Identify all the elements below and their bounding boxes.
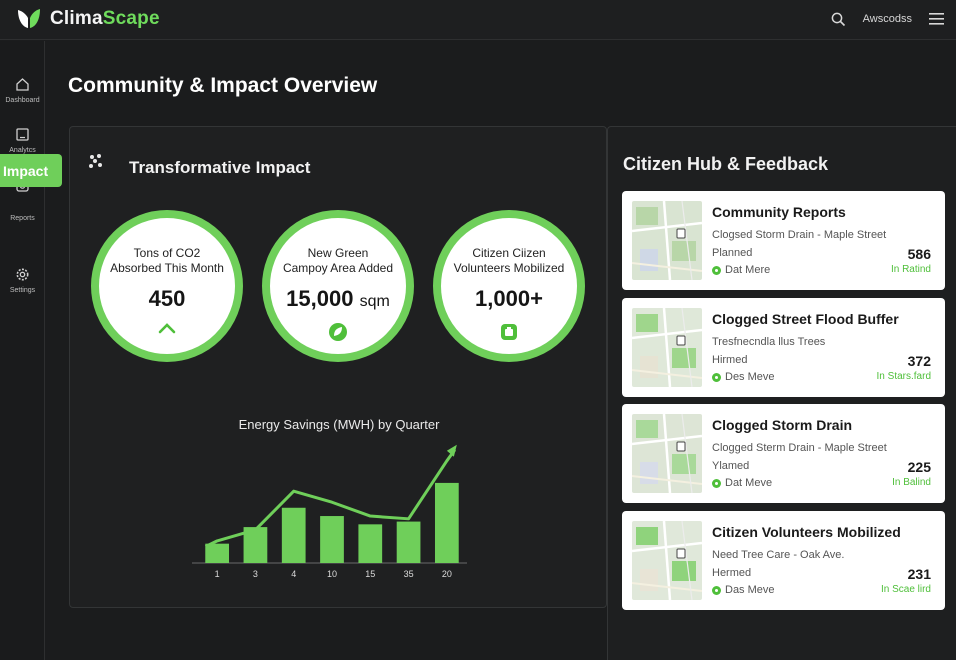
card-subtitle: Clogged Sterm Drain - Maple Street — [712, 442, 887, 454]
hub-title: Citizen Hub & Feedback — [623, 154, 829, 174]
chart-bar — [281, 507, 306, 563]
tablet-icon — [16, 128, 29, 141]
feedback-card[interactable]: Clogged Storm Drain Clogged Sterm Drain -… — [622, 404, 945, 503]
card-subtitle: Clogsed Storm Drain - Maple Street — [712, 229, 887, 241]
chart-bar — [434, 482, 459, 563]
user-name[interactable]: Awscodss — [863, 13, 912, 25]
metric-label: Citizen Ciizen Volunteers Mobilized — [453, 246, 565, 275]
chart-bar — [205, 543, 230, 563]
map-thumbnail[interactable] — [632, 521, 702, 600]
card-title[interactable]: Clogged Storm Drain — [712, 417, 852, 433]
card-subtitle: Need Tree Care - Oak Ave. — [712, 549, 845, 561]
impact-panel: Transformative Impact Tons of CO2 Absorb… — [69, 126, 607, 608]
home-icon — [16, 78, 29, 91]
x-tick-label: 35 — [404, 569, 414, 579]
x-tick-label: 4 — [291, 569, 296, 579]
impact-title: Transformative Impact — [129, 158, 311, 177]
card-count: 372 — [907, 353, 931, 369]
location-pin-icon — [712, 265, 721, 275]
leaf-icon — [270, 322, 406, 342]
card-tag[interactable]: In Scae lird — [881, 584, 931, 595]
x-tick-label: 15 — [365, 569, 375, 579]
leaf-logo-icon — [18, 9, 40, 28]
search-icon[interactable] — [829, 9, 849, 29]
card-location: Das Meve — [712, 584, 775, 596]
x-tick-label: 3 — [253, 569, 258, 579]
feedback-card[interactable]: Citizen Volunteers Mobilized Need Tree Ca… — [622, 511, 945, 610]
dots-grid-icon — [89, 154, 102, 168]
sidebar-item-analytics[interactable]: Analytcs — [0, 127, 45, 154]
chart-title: Energy Savings (MWH) by Quarter — [238, 417, 440, 432]
chart-bar — [358, 524, 383, 563]
page-title: Community & Impact Overview — [68, 74, 378, 97]
card-title[interactable]: Citizen Volunteers Mobilized — [712, 524, 901, 540]
metric-value: 450 — [148, 286, 186, 311]
card-tag[interactable]: In Stars.fard — [877, 371, 931, 382]
badge-icon — [441, 322, 577, 342]
card-status: Hermed — [712, 567, 752, 579]
card-title[interactable]: Clogged Street Flood Buffer — [712, 311, 899, 327]
chevron-up-icon — [99, 322, 235, 334]
card-status: Ylamed — [712, 460, 750, 472]
chart-bar — [320, 516, 344, 563]
card-subtitle: Tresfnecndla llus Trees — [712, 336, 826, 348]
feedback-card[interactable]: Community Reports Clogsed Storm Drain - M… — [622, 191, 945, 290]
x-tick-label: 1 — [215, 569, 220, 579]
card-location: Dat Meve — [712, 477, 772, 489]
location-pin-icon — [712, 372, 721, 382]
app-name: ClimaScape — [50, 8, 160, 29]
metric-value: 15,000 sqm — [286, 286, 390, 311]
metric-value: 1,000+ — [475, 286, 543, 311]
card-tag[interactable]: In Balind — [892, 477, 931, 488]
gear-icon — [16, 268, 29, 281]
card-status: Hirmed — [712, 354, 748, 366]
feedback-card[interactable]: Clogged Street Flood Buffer Tresfnecndla … — [622, 298, 945, 397]
top-bar: ClimaScape Awscodss — [0, 0, 956, 40]
map-thumbnail[interactable] — [632, 414, 702, 493]
location-pin-icon — [712, 585, 721, 595]
sidebar: Dashboard Analytcs Reports Settings — [0, 41, 45, 660]
card-count: 231 — [907, 566, 931, 582]
energy-savings-chart: 1 3 4 10 15 35 20 — [192, 444, 467, 579]
trend-arrow-head — [446, 444, 457, 457]
metric-canopy: New Green Campoy Area Added 15,000 sqm — [262, 210, 414, 362]
card-count: 586 — [907, 246, 931, 262]
card-title[interactable]: Community Reports — [712, 204, 846, 220]
metric-label: New Green Campoy Area Added — [282, 246, 394, 275]
chart-bar — [396, 521, 421, 563]
x-tick-label: 10 — [327, 569, 337, 579]
hamburger-menu-icon[interactable] — [926, 9, 946, 29]
sidebar-item-impact-active[interactable]: Impact — [0, 154, 62, 187]
metric-volunteers: Citizen Ciizen Volunteers Mobilized 1,00… — [433, 210, 585, 362]
card-count: 225 — [907, 459, 931, 475]
x-tick-label: 20 — [442, 569, 452, 579]
location-pin-icon — [712, 478, 721, 488]
map-thumbnail[interactable] — [632, 201, 702, 280]
sidebar-item-settings[interactable]: Settings — [0, 267, 45, 294]
card-status: Planned — [712, 247, 753, 259]
card-location: Des Meve — [712, 371, 775, 383]
app-logo[interactable]: ClimaScape — [16, 7, 160, 31]
card-location: Dat Mere — [712, 264, 770, 276]
card-tag[interactable]: In Ratind — [891, 264, 931, 275]
map-thumbnail[interactable] — [632, 308, 702, 387]
metric-co2: Tons of CO2 Absorbed This Month 450 — [91, 210, 243, 362]
metric-label: Tons of CO2 Absorbed This Month — [110, 246, 224, 275]
sidebar-item-dashboard[interactable]: Dashboard — [0, 77, 45, 104]
